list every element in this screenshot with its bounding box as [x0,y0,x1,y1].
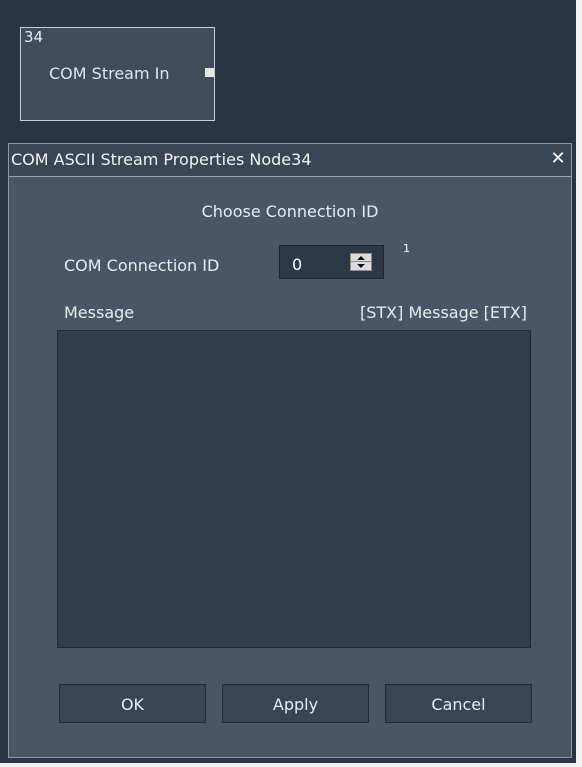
output-port-icon[interactable] [205,68,214,77]
ok-button[interactable]: OK [59,684,206,723]
connection-id-value[interactable]: 0 [292,255,302,274]
connection-count-superscript: 1 [403,242,410,255]
window-edge-right [576,0,582,767]
stepper-buttons [350,253,372,271]
com-stream-in-node[interactable]: 34 COM Stream In [20,27,215,121]
dialog-titlebar[interactable]: COM ASCII Stream Properties Node34 ✕ [9,144,571,177]
stepper-down-button[interactable] [351,262,371,270]
stepper-up-button[interactable] [351,254,371,262]
connection-id-stepper[interactable]: 0 [279,245,384,279]
arrow-down-icon [357,264,365,268]
node-id-label: 34 [24,28,44,46]
close-icon[interactable]: ✕ [549,150,567,168]
connection-id-label: COM Connection ID [64,256,220,275]
window-edge-bottom [0,763,582,767]
cancel-button[interactable]: Cancel [385,684,532,723]
properties-dialog: COM ASCII Stream Properties Node34 ✕ Cho… [8,143,572,758]
message-label: Message [64,303,135,322]
message-format-hint: [STX] Message [ETX] [360,303,527,322]
dialog-title: COM ASCII Stream Properties Node34 [11,150,312,169]
arrow-up-icon [357,256,365,260]
node-title-label: COM Stream In [49,64,170,83]
section-title: Choose Connection ID [201,202,379,221]
apply-button[interactable]: Apply [222,684,369,723]
node-editor-canvas: 34 COM Stream In COM ASCII Stream Proper… [0,0,582,767]
message-textarea[interactable] [57,330,531,648]
